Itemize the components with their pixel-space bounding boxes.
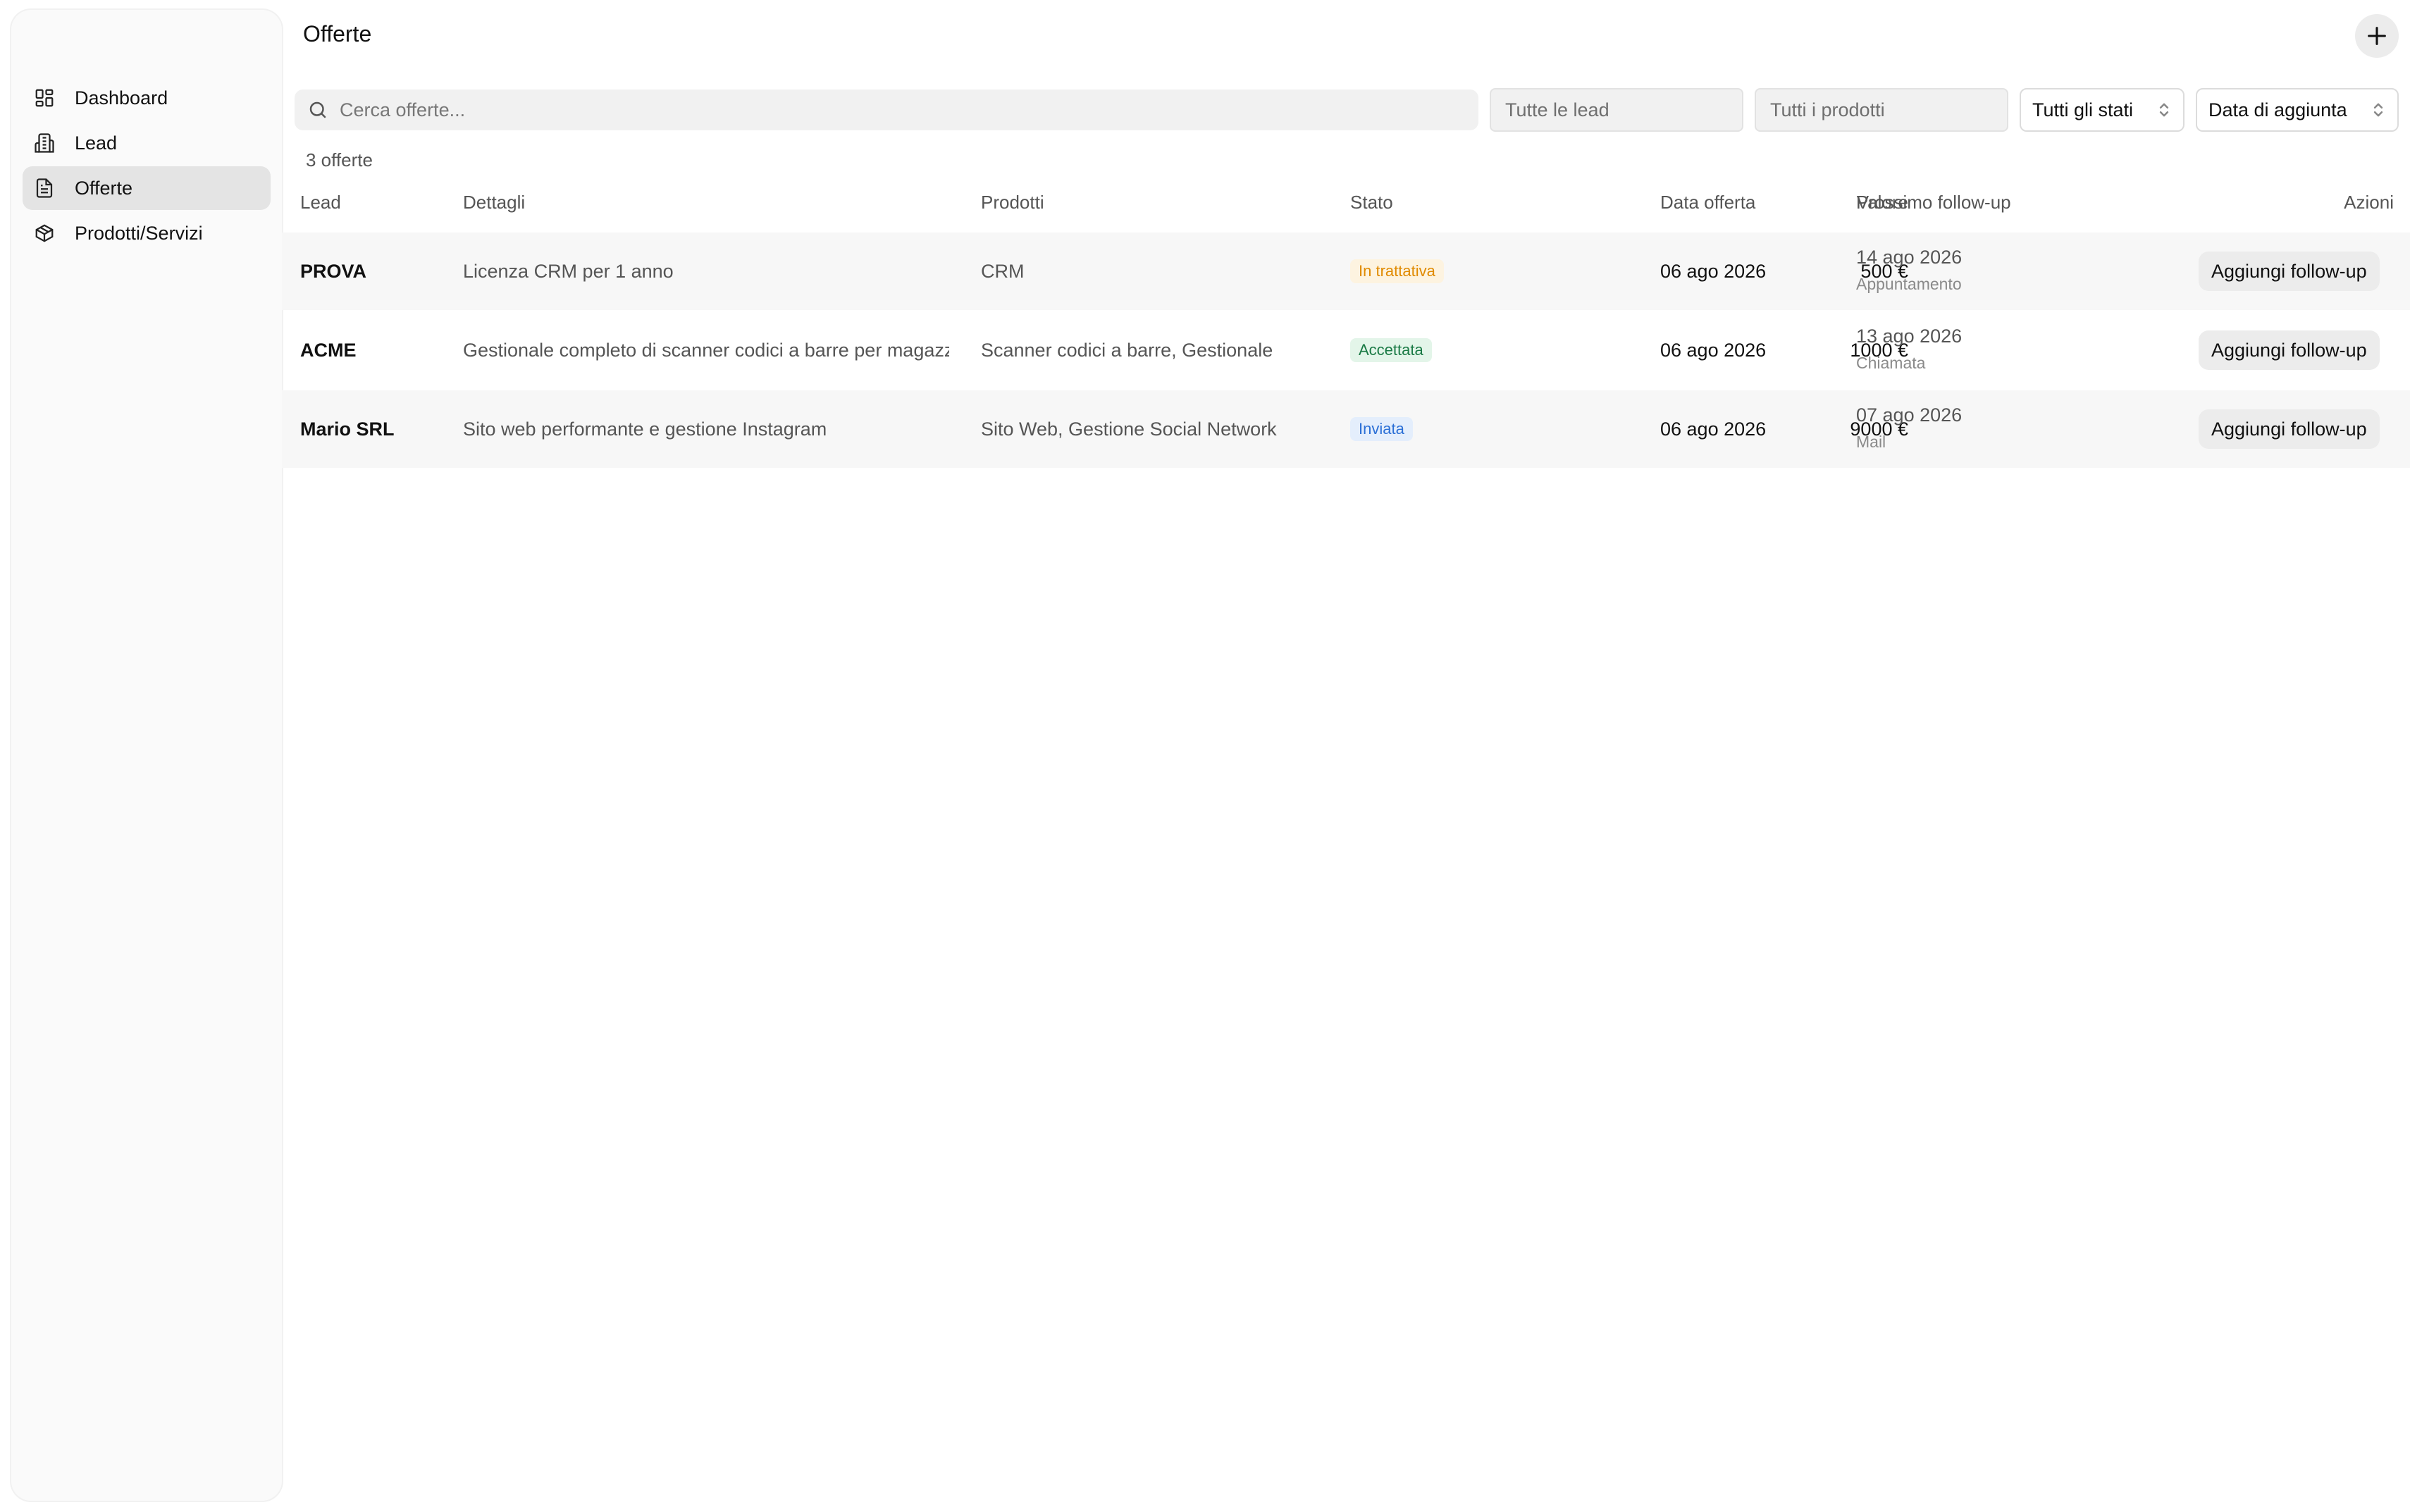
offer-details: Gestionale completo di scanner codici a … (463, 340, 949, 361)
status-select-value: Tutti gli stati (2032, 99, 2134, 120)
column-header-products: Prodotti (981, 192, 1044, 213)
package-box-icon (34, 223, 55, 244)
column-header-lead: Lead (300, 192, 341, 213)
product-filter-placeholder: Tutti i prodotti (1770, 99, 1885, 120)
offer-products: Sito Web, Gestione Social Network (981, 419, 1277, 440)
lead-name[interactable]: Mario SRL (300, 419, 395, 440)
sidebar-item-label: Dashboard (75, 87, 168, 109)
sort-select[interactable]: Data di aggiunta (2196, 88, 2399, 132)
offer-products: Scanner codici a barre, Gestionale (981, 340, 1273, 361)
lead-filter-placeholder: Tutte le lead (1505, 99, 1609, 120)
search-icon (307, 99, 340, 120)
followup-date: 14 ago 2026 (1856, 247, 1963, 268)
add-followup-button[interactable]: Aggiungi follow-up (2199, 330, 2380, 370)
table-row: ACME Gestionale completo di scanner codi… (282, 311, 2410, 389)
building-icon (34, 132, 55, 154)
add-offer-button[interactable] (2355, 14, 2399, 58)
sidebar-item-label: Prodotti/Servizi (75, 222, 203, 244)
table-row: PROVA Licenza CRM per 1 anno CRM In trat… (282, 233, 2410, 310)
offer-details: Licenza CRM per 1 anno (463, 261, 674, 282)
offer-details: Sito web performante e gestione Instagra… (463, 419, 827, 440)
chevron-updown-icon (2156, 101, 2172, 119)
column-header-offer-date: Data offerta (1660, 192, 1756, 213)
followup-type: Appuntamento (1856, 275, 1962, 293)
sidebar-item-lead[interactable]: Lead (23, 121, 271, 165)
add-followup-button[interactable]: Aggiungi follow-up (2199, 409, 2380, 449)
column-header-actions: Azioni (2344, 192, 2394, 213)
sidebar-item-dashboard[interactable]: Dashboard (23, 76, 271, 120)
column-header-status: Stato (1350, 192, 1393, 213)
search-input[interactable] (340, 99, 1478, 121)
dashboard-grid-icon (34, 87, 55, 109)
offer-date: 06 ago 2026 (1660, 419, 1767, 440)
search-box (295, 89, 1478, 130)
page-title: Offerte (303, 21, 372, 47)
document-icon (34, 178, 55, 199)
followup-date: 07 ago 2026 (1856, 404, 1963, 426)
offer-date: 06 ago 2026 (1660, 261, 1767, 282)
sidebar-item-prodotti-servizi[interactable]: Prodotti/Servizi (23, 211, 271, 255)
plus-icon (2365, 24, 2389, 48)
status-badge: In trattativa (1350, 259, 1444, 283)
table-header: Lead Dettagli Prodotti Stato Valore Data… (282, 185, 2410, 223)
lead-name[interactable]: PROVA (300, 261, 366, 283)
sidebar-item-label: Lead (75, 132, 118, 154)
column-header-details: Dettagli (463, 192, 526, 213)
offer-products: CRM (981, 261, 1025, 282)
sort-select-value: Data di aggiunta (2208, 99, 2347, 120)
chevron-updown-icon (2371, 101, 2386, 119)
column-header-next-followup: Prossimo follow-up (1856, 192, 2011, 213)
status-badge: Accettata (1350, 338, 1432, 362)
table-row: Mario SRL Sito web performante e gestion… (282, 390, 2410, 468)
lead-filter-input[interactable]: Tutte le lead (1490, 88, 1743, 132)
add-followup-button[interactable]: Aggiungi follow-up (2199, 252, 2380, 291)
sidebar-item-offerte[interactable]: Offerte (23, 166, 271, 210)
sidebar-item-label: Offerte (75, 177, 133, 199)
lead-name[interactable]: ACME (300, 340, 357, 361)
followup-type: Mail (1856, 433, 1886, 451)
offer-date: 06 ago 2026 (1660, 340, 1767, 361)
followup-date: 13 ago 2026 (1856, 326, 1963, 347)
offer-count: 3 offerte (306, 149, 373, 171)
status-select[interactable]: Tutti gli stati (2020, 88, 2185, 132)
status-badge: Inviata (1350, 417, 1413, 441)
followup-type: Chiamata (1856, 354, 1926, 372)
sidebar: Dashboard Lead Offerte Prodotti/Servizi (11, 10, 282, 1501)
sidebar-nav: Dashboard Lead Offerte Prodotti/Servizi (23, 76, 271, 256)
product-filter-input[interactable]: Tutti i prodotti (1755, 88, 2008, 132)
